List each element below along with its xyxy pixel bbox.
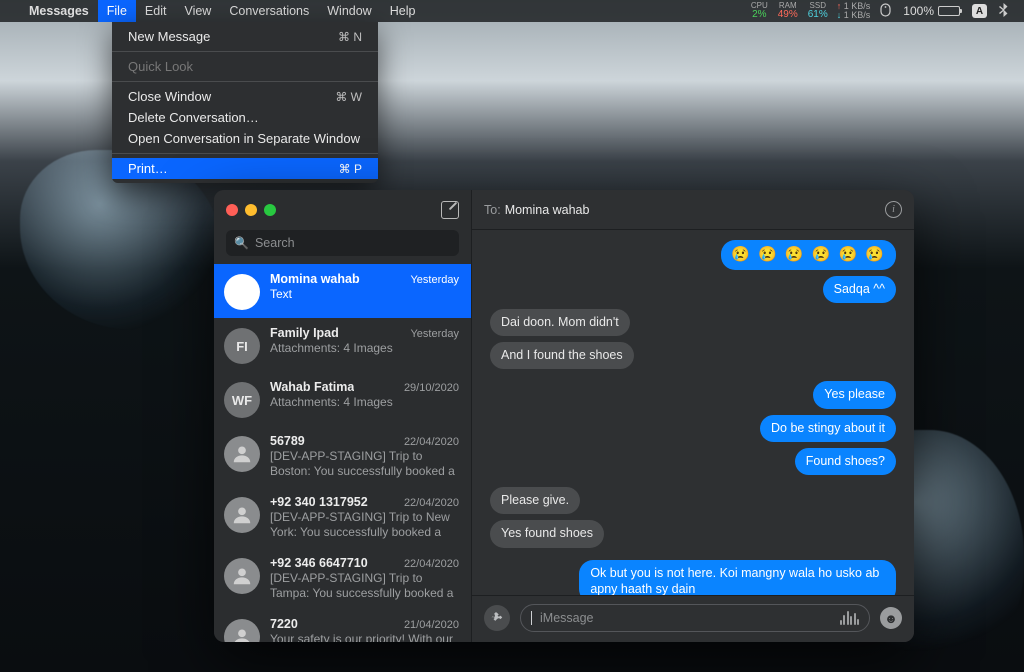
conversation-item[interactable]: 7220 21/04/2020Your safety is our priorit… [214,609,471,642]
search-input[interactable]: 🔍 Search [226,230,459,256]
message-incoming[interactable]: And I found the shoes [490,342,634,369]
conversation-name: +92 346 6647710 [270,556,368,570]
conversation-time: 22/04/2020 [404,497,459,509]
conversation-time: 22/04/2020 [404,436,459,448]
conversation-item[interactable]: +92 340 1317952 22/04/2020[DEV-APP-STAGIN… [214,487,471,548]
avatar [224,274,260,310]
conversation-preview: Attachments: 4 Images [270,395,459,410]
battery-indicator[interactable]: 100% [903,4,960,18]
menu-close-window[interactable]: Close Window⌘ W [112,86,378,107]
menu-conversations[interactable]: Conversations [220,0,318,22]
menu-separator [112,81,378,82]
stat-ssd: SSD61% [808,2,828,20]
stat-cpu: CPU2% [751,2,768,20]
file-menu-dropdown: New Message⌘ N Quick Look Close Window⌘ … [112,22,378,183]
bluetooth-icon[interactable] [999,3,1008,20]
menu-window[interactable]: Window [318,0,380,22]
messages-window: 🔍 Search Momina wahabYesterdayTextFIFami… [214,190,914,642]
traffic-light-minimize[interactable] [245,204,257,216]
message-incoming[interactable]: Dai doon. Mom didn't [490,309,630,336]
conversation-list[interactable]: Momina wahabYesterdayTextFIFamily IpadYe… [214,264,471,642]
menu-open-separate-window[interactable]: Open Conversation in Separate Window [112,128,378,149]
conversation-time: Yesterday [410,274,459,286]
message-input[interactable]: iMessage [520,604,870,632]
info-icon[interactable]: i [885,201,902,218]
conversation-name: 56789 [270,434,305,448]
conversation-name: Wahab Fatima [270,380,354,394]
compose-icon[interactable] [441,201,459,219]
conversation-item[interactable]: +92 346 6647710 22/04/2020[DEV-APP-STAGIN… [214,548,471,609]
audio-message-icon[interactable] [840,611,860,625]
menu-view[interactable]: View [175,0,220,22]
to-label: To: [484,203,501,217]
conversation-preview: Your safety is our priority! With our [270,632,459,642]
message-outgoing[interactable]: Found shoes? [795,448,896,475]
window-controls [214,190,471,230]
message-outgoing[interactable]: 😢 😢 😢 😢 😢 😢 [721,240,896,270]
text-caret [531,611,532,625]
conversation-item[interactable]: 56789 22/04/2020[DEV-APP-STAGING] Trip to… [214,426,471,487]
menu-delete-conversation[interactable]: Delete Conversation… [112,107,378,128]
composer: iMessage ☻ [472,595,914,642]
message-outgoing[interactable]: Ok but you is not here. Koi mangny wala … [579,560,896,596]
conversation-preview: Text [270,287,459,302]
search-icon: 🔍 [234,236,249,250]
conversation-item[interactable]: FI Family Ipad YesterdayAttachments: 4 Ima… [214,318,471,372]
conversation-item[interactable]: WF Wahab Fatima 29/10/2020Attachments: 4 I… [214,372,471,426]
sidebar: 🔍 Search Momina wahabYesterdayTextFIFami… [214,190,472,642]
conversation-preview: [DEV-APP-STAGING] Trip to Boston: You su… [270,449,459,479]
conversation-preview: [DEV-APP-STAGING] Trip to Tampa: You suc… [270,571,459,601]
conversation-time: 22/04/2020 [404,558,459,570]
mouse-icon [880,3,891,20]
message-outgoing[interactable]: Sadqa ^^ [823,276,896,303]
avatar [224,558,260,594]
conversation-preview: Attachments: 4 Images [270,341,459,356]
menubar: Messages File Edit View Conversations Wi… [0,0,1024,22]
conversation-time: Yesterday [410,328,459,340]
message-incoming[interactable]: Please give. [490,487,580,514]
conversation-preview: [DEV-APP-STAGING] Trip to New York: You … [270,510,459,540]
message-list[interactable]: 😢 😢 😢 😢 😢 😢 Sadqa ^^ Dai doon. Mom didn't A… [472,230,914,595]
menu-file[interactable]: File [98,0,136,22]
conversation-name: Family Ipad [270,326,339,340]
avatar: FI [224,328,260,364]
input-source[interactable]: A [972,4,987,18]
stat-ram: RAM49% [778,2,798,20]
avatar [224,436,260,472]
menu-quick-look: Quick Look [112,56,378,77]
conversation-name: 7220 [270,617,298,631]
conversation-time: 21/04/2020 [404,619,459,631]
apps-button[interactable] [484,605,510,631]
traffic-light-zoom[interactable] [264,204,276,216]
message-placeholder: iMessage [540,611,832,625]
conversation-name: +92 340 1317952 [270,495,368,509]
message-outgoing[interactable]: Do be stingy about it [760,415,896,442]
menu-new-message[interactable]: New Message⌘ N [112,26,378,47]
avatar [224,497,260,533]
to-name: Momina wahab [505,203,590,217]
menu-app[interactable]: Messages [20,0,98,22]
conversation-time: 29/10/2020 [404,382,459,394]
chat-header: To: Momina wahab i [472,190,914,230]
conversation-name: Momina wahab [270,272,360,286]
message-incoming[interactable]: Yes found shoes [490,520,604,547]
menu-separator [112,51,378,52]
menu-print[interactable]: Print…⌘ P [112,158,378,179]
menu-help[interactable]: Help [381,0,425,22]
emoji-button[interactable]: ☻ [880,607,902,629]
avatar [224,619,260,642]
chat-pane: To: Momina wahab i 😢 😢 😢 😢 😢 😢 Sadqa ^^ Da… [472,190,914,642]
avatar: WF [224,382,260,418]
stat-net: ↑ 1 KB/s↓ 1 KB/s [837,2,871,20]
conversation-item[interactable]: Momina wahab YesterdayText [214,264,471,318]
traffic-light-close[interactable] [226,204,238,216]
search-placeholder: Search [255,236,295,250]
menu-edit[interactable]: Edit [136,0,176,22]
message-outgoing[interactable]: Yes please [813,381,896,408]
menu-separator [112,153,378,154]
